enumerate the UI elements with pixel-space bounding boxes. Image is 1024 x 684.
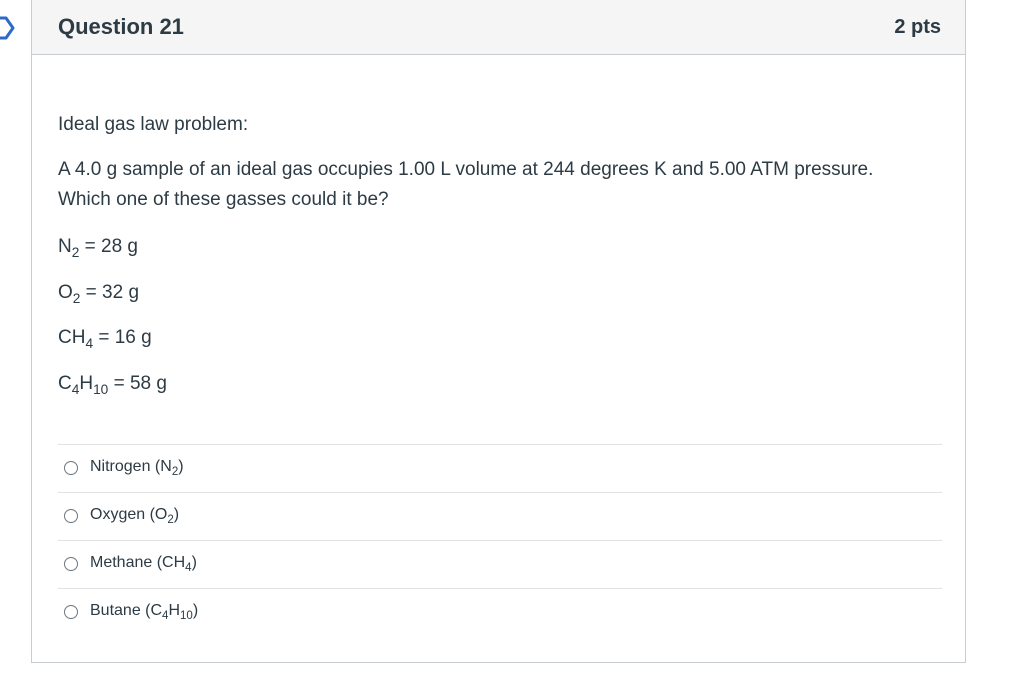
answer-option-butane[interactable]: Butane (C4H10)	[58, 588, 942, 636]
answer-option-oxygen[interactable]: Oxygen (O2)	[58, 492, 942, 540]
radio-unchecked-icon[interactable]	[64, 605, 78, 619]
question-intro: Ideal gas law problem:	[58, 114, 249, 135]
answer-list: Nitrogen (N2) Oxygen (O2) Methane (CH4) …	[58, 444, 942, 636]
answer-label[interactable]: Nitrogen (N2)	[90, 458, 184, 478]
radio-unchecked-icon[interactable]	[64, 509, 78, 523]
question-header: Question 21 2 pts	[32, 0, 965, 55]
answer-option-nitrogen[interactable]: Nitrogen (N2)	[58, 444, 942, 492]
answer-label[interactable]: Methane (CH4)	[90, 554, 197, 574]
question-card: Question 21 2 pts Ideal gas law problem:…	[31, 0, 966, 663]
flag-question-icon[interactable]	[0, 15, 16, 41]
answer-label[interactable]: Butane (C4H10)	[90, 602, 198, 622]
radio-unchecked-icon[interactable]	[64, 557, 78, 571]
molar-mass-c4h10: C4H10 = 58 g	[58, 373, 167, 397]
molar-mass-ch4: CH4 = 16 g	[58, 327, 152, 351]
molar-mass-o2: O2 = 32 g	[58, 282, 140, 306]
molar-mass-n2: N2 = 28 g	[58, 236, 138, 260]
question-prompt-line1: A 4.0 g sample of an ideal gas occupies …	[58, 159, 874, 180]
radio-unchecked-icon[interactable]	[64, 461, 78, 475]
answer-option-methane[interactable]: Methane (CH4)	[58, 540, 942, 588]
question-points: 2 pts	[894, 16, 941, 38]
question-prompt-line2: Which one of these gasses could it be?	[58, 189, 389, 210]
answer-label[interactable]: Oxygen (O2)	[90, 506, 179, 526]
question-title: Question 21	[58, 14, 184, 39]
